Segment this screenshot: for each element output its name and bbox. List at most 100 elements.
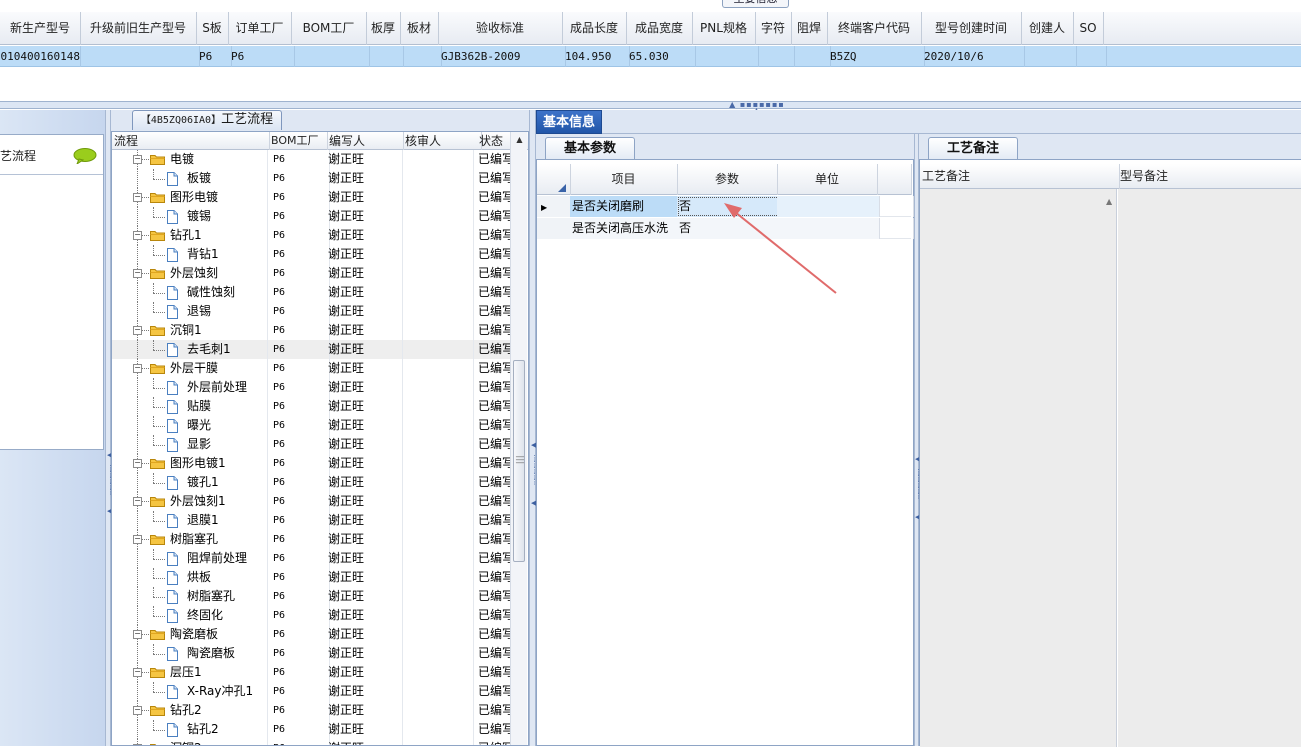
main-col-header[interactable]: 阻焊: [791, 12, 828, 45]
writer-cell[interactable]: 谢正旺: [323, 207, 403, 226]
main-col-header[interactable]: 板厚: [366, 12, 401, 45]
tree-row[interactable]: − 图形电镀 P6谢正旺 已编写: [112, 188, 510, 207]
writer-cell[interactable]: 谢正旺: [323, 321, 403, 340]
tree-title-tab[interactable]: 【4B5ZQ06IA0】工艺流程: [132, 110, 282, 130]
main-row-cell[interactable]: [1021, 46, 1077, 67]
bom-factory-cell[interactable]: P6: [267, 340, 330, 359]
status-cell[interactable]: 已编写: [473, 473, 510, 492]
tree-row[interactable]: 树脂塞孔 P6谢正旺 已编写: [112, 587, 510, 606]
reviewer-cell[interactable]: [397, 283, 474, 302]
tree-node-cell[interactable]: 钻孔2: [112, 720, 268, 739]
tree-col-bom[interactable]: BOM工厂: [267, 132, 328, 150]
tree-node-cell[interactable]: − 层压1: [112, 663, 268, 682]
tree-node-cell[interactable]: 外层前处理: [112, 378, 268, 397]
tree-row[interactable]: 显影 P6谢正旺 已编写: [112, 435, 510, 454]
bom-factory-cell[interactable]: P6: [267, 397, 330, 416]
tree-node-cell[interactable]: 烘板: [112, 568, 268, 587]
main-row-cell[interactable]: [400, 46, 442, 67]
main-row-cell[interactable]: [366, 46, 404, 67]
reviewer-cell[interactable]: [397, 340, 474, 359]
tree-row[interactable]: − 外层干膜 P6谢正旺 已编写: [112, 359, 510, 378]
main-row-cell[interactable]: GJB362B-2009: [438, 46, 566, 67]
tree-node-cell[interactable]: 退锡: [112, 302, 268, 321]
collapse-toggle-icon[interactable]: −: [133, 630, 142, 639]
tree-node-cell[interactable]: 曝光: [112, 416, 268, 435]
bom-factory-cell[interactable]: P6: [267, 720, 330, 739]
main-col-header[interactable]: PNL规格: [692, 12, 756, 45]
main-row-cell[interactable]: [291, 46, 370, 67]
tree-row[interactable]: − 钻孔1 P6谢正旺 已编写: [112, 226, 510, 245]
status-cell[interactable]: 已编写: [473, 264, 510, 283]
main-col-header[interactable]: BOM工厂: [291, 12, 367, 45]
reviewer-cell[interactable]: [397, 264, 474, 283]
writer-cell[interactable]: 谢正旺: [323, 283, 403, 302]
tree-node-cell[interactable]: −沉铜2: [112, 739, 268, 745]
tree-row[interactable]: 终固化 P6谢正旺 已编写: [112, 606, 510, 625]
tree-row[interactable]: − 钻孔2 P6谢正旺 已编写: [112, 701, 510, 720]
bom-factory-cell[interactable]: P6: [267, 226, 330, 245]
reviewer-cell[interactable]: [397, 397, 474, 416]
tree-row[interactable]: 钻孔2 P6谢正旺 已编写: [112, 720, 510, 739]
reviewer-cell[interactable]: [397, 435, 474, 454]
writer-cell[interactable]: 谢正旺: [323, 397, 403, 416]
tree-row[interactable]: 退膜1 P6谢正旺 已编写: [112, 511, 510, 530]
bom-factory-cell[interactable]: P6: [267, 302, 330, 321]
tree-row[interactable]: − 树脂塞孔 P6谢正旺 已编写: [112, 530, 510, 549]
reviewer-cell[interactable]: [397, 682, 474, 701]
tree-row[interactable]: 板镀 P6谢正旺 已编写: [112, 169, 510, 188]
reviewer-cell[interactable]: [397, 625, 474, 644]
bom-factory-cell[interactable]: P6: [267, 264, 330, 283]
collapse-toggle-icon[interactable]: −: [133, 497, 142, 506]
tree-row[interactable]: − 沉铜1 P6谢正旺 已编写: [112, 321, 510, 340]
tree-scroll-thumb[interactable]: — — —: [513, 360, 525, 562]
main-row-cell[interactable]: P6: [196, 46, 232, 67]
tree-node-cell[interactable]: − 陶瓷磨板: [112, 625, 268, 644]
tab-basic-params[interactable]: 基本参数: [545, 137, 635, 159]
reviewer-cell[interactable]: [397, 302, 474, 321]
status-cell[interactable]: 已编写: [473, 359, 510, 378]
writer-cell[interactable]: 谢正旺: [323, 587, 403, 606]
process-remarks-field[interactable]: ▲: [920, 189, 1117, 747]
status-cell[interactable]: 已编写: [473, 207, 510, 226]
row-indicator[interactable]: [537, 218, 573, 239]
bom-factory-cell[interactable]: P6: [267, 663, 330, 682]
tree-node-cell[interactable]: 显影: [112, 435, 268, 454]
main-row-cell[interactable]: B5ZQ: [827, 46, 925, 67]
tab-basic-info[interactable]: 基本信息: [536, 110, 602, 134]
tree-row[interactable]: 烘板 P6谢正旺 已编写: [112, 568, 510, 587]
writer-cell[interactable]: 谢正旺: [323, 340, 403, 359]
status-cell[interactable]: 已编写: [473, 416, 510, 435]
status-cell[interactable]: 已编写: [473, 245, 510, 264]
reviewer-cell[interactable]: [397, 359, 474, 378]
main-col-header[interactable]: 型号创建时间: [921, 12, 1022, 45]
tree-row[interactable]: 退锡 P6谢正旺 已编写: [112, 302, 510, 321]
writer-cell[interactable]: 谢正旺: [323, 549, 403, 568]
status-cell[interactable]: 已编写: [473, 530, 510, 549]
tree-node-cell[interactable]: − 图形电镀: [112, 188, 268, 207]
status-cell[interactable]: 已编写: [473, 454, 510, 473]
row-indicator[interactable]: ▶: [537, 196, 573, 217]
bom-factory-cell[interactable]: P6: [267, 530, 330, 549]
writer-cell[interactable]: 谢正旺: [323, 644, 403, 663]
tree-node-cell[interactable]: 退膜1: [112, 511, 268, 530]
tree-node-cell[interactable]: X-Ray冲孔1: [112, 682, 268, 701]
bom-factory-cell[interactable]: P6: [267, 378, 330, 397]
reviewer-cell[interactable]: [397, 663, 474, 682]
main-col-header[interactable]: 新生产型号: [0, 12, 81, 45]
bom-factory-cell[interactable]: P6: [267, 188, 330, 207]
tree-node-cell[interactable]: − 电镀: [112, 150, 268, 169]
writer-cell[interactable]: 谢正旺: [323, 150, 403, 169]
tree-node-cell[interactable]: 镀锡: [112, 207, 268, 226]
collapse-toggle-icon[interactable]: −: [133, 231, 142, 240]
reviewer-cell[interactable]: [397, 378, 474, 397]
status-cell[interactable]: 已编写: [473, 549, 510, 568]
tree-row[interactable]: 镀孔1 P6谢正旺 已编写: [112, 473, 510, 492]
tree-node-cell[interactable]: 贴膜: [112, 397, 268, 416]
remarks-col-model[interactable]: 型号备注: [1118, 164, 1301, 189]
status-cell[interactable]: 已编写: [473, 302, 510, 321]
status-cell[interactable]: 已编写: [473, 340, 510, 359]
reviewer-cell[interactable]: [397, 416, 474, 435]
tree-row[interactable]: − 图形电镀1 P6谢正旺 已编写: [112, 454, 510, 473]
tree-node-cell[interactable]: − 外层蚀刻1: [112, 492, 268, 511]
tree-node-cell[interactable]: − 沉铜1: [112, 321, 268, 340]
